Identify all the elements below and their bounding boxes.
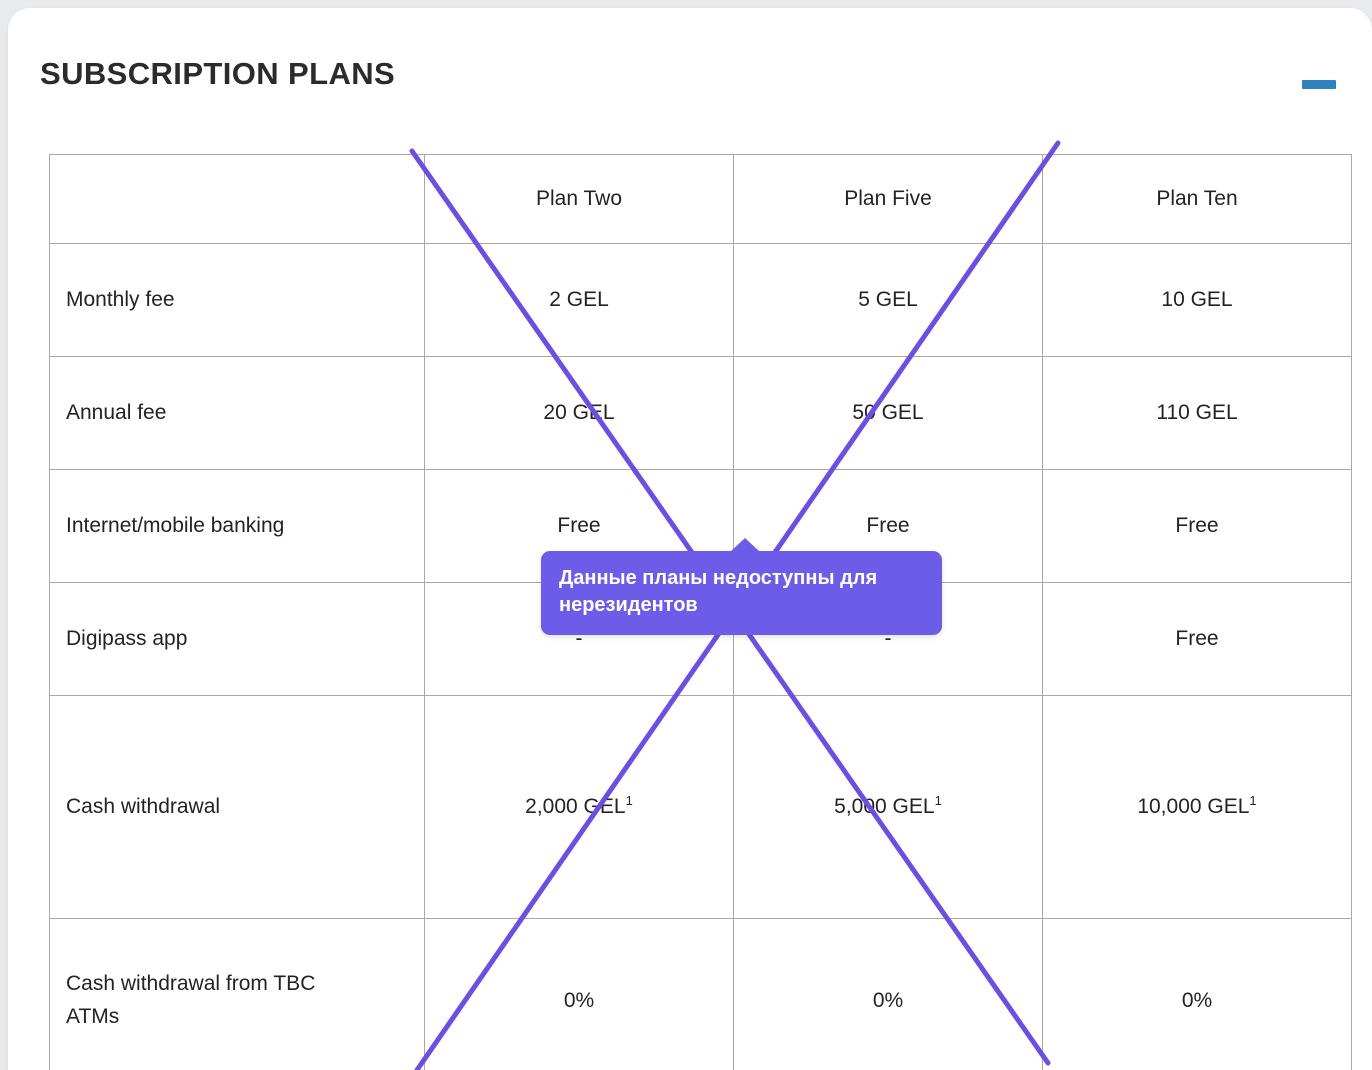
cell-annual-fee-plan-five: 50 GEL xyxy=(733,356,1043,470)
table-row: Cash withdrawal from TBC ATMs 0% 0% 0% xyxy=(49,918,1352,1070)
cell-value: 2,000 GEL xyxy=(525,795,626,818)
cell-tbc-atms-plan-two: 0% xyxy=(424,918,734,1070)
tooltip-arrow-icon xyxy=(730,538,760,552)
table-row: Annual fee 20 GEL 50 GEL 110 GEL xyxy=(49,356,1352,470)
footnote-marker: 1 xyxy=(625,793,633,808)
cell-annual-fee-plan-two: 20 GEL xyxy=(424,356,734,470)
table-header-row: Plan Two Plan Five Plan Ten xyxy=(49,154,1352,244)
cell-annual-fee-plan-ten: 110 GEL xyxy=(1042,356,1352,470)
cell-monthly-fee-plan-five: 5 GEL xyxy=(733,243,1043,357)
row-label-cash-withdrawal: Cash withdrawal xyxy=(49,695,425,919)
cell-internet-banking-plan-ten: Free xyxy=(1042,469,1352,583)
row-label-monthly-fee: Monthly fee xyxy=(49,243,425,357)
row-label-cash-withdrawal-tbc-atms: Cash withdrawal from TBC ATMs xyxy=(49,918,425,1070)
card-header: SUBSCRIPTION PLANS xyxy=(40,56,1342,116)
cell-value: 10,000 GEL xyxy=(1137,795,1250,818)
page-title: SUBSCRIPTION PLANS xyxy=(40,56,396,91)
page-root: SUBSCRIPTION PLANS Plan Two Plan Five Pl… xyxy=(0,0,1372,1070)
cell-value: 5,000 GEL xyxy=(834,795,935,818)
table-row: Monthly fee 2 GEL 5 GEL 10 GEL xyxy=(49,243,1352,357)
cell-tbc-atms-plan-ten: 0% xyxy=(1042,918,1352,1070)
cell-monthly-fee-plan-two: 2 GEL xyxy=(424,243,734,357)
cell-monthly-fee-plan-ten: 10 GEL xyxy=(1042,243,1352,357)
minus-icon[interactable] xyxy=(1301,74,1337,94)
row-label-internet-mobile-banking: Internet/mobile banking xyxy=(49,469,425,583)
tooltip-text: Данные планы недоступны для нерезидентов xyxy=(559,567,878,616)
row-label-annual-fee: Annual fee xyxy=(49,356,425,470)
table-row: Cash withdrawal 2,000 GEL1 5,000 GEL1 10… xyxy=(49,695,1352,919)
column-header-plan-five: Plan Five xyxy=(733,154,1043,244)
column-header-plan-two: Plan Two xyxy=(424,154,734,244)
cell-cash-withdrawal-plan-two: 2,000 GEL1 xyxy=(424,695,734,919)
footnote-marker: 1 xyxy=(934,793,942,808)
table-corner-cell xyxy=(49,154,425,244)
cell-cash-withdrawal-plan-ten: 10,000 GEL1 xyxy=(1042,695,1352,919)
cell-cash-withdrawal-plan-five: 5,000 GEL1 xyxy=(733,695,1043,919)
column-header-plan-ten: Plan Ten xyxy=(1042,154,1352,244)
footnote-marker: 1 xyxy=(1249,793,1257,808)
cell-tbc-atms-plan-five: 0% xyxy=(733,918,1043,1070)
cell-digipass-plan-ten: Free xyxy=(1042,582,1352,696)
subscription-plans-card: SUBSCRIPTION PLANS Plan Two Plan Five Pl… xyxy=(8,8,1372,1070)
row-label-digipass-app: Digipass app xyxy=(49,582,425,696)
minus-icon-bar xyxy=(1302,80,1336,89)
unavailable-tooltip: Данные планы недоступны для нерезидентов xyxy=(541,538,942,635)
